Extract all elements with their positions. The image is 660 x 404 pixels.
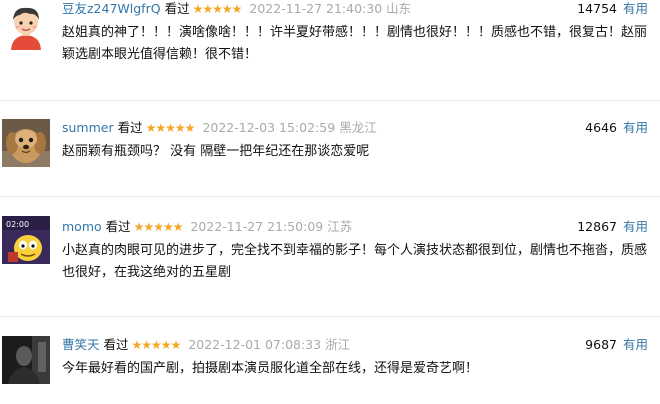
comment-meta: momo 看过 ★★★★★ 2022-11-27 21:50:09 江苏 <box>62 218 352 236</box>
comment-item: 曹笑天 看过 ★★★★★ 2022-12-01 07:08:33 浙江 9687 有用 今… <box>0 336 660 396</box>
puppy-photo-avatar-icon <box>2 119 50 167</box>
username-link[interactable]: 曹笑天 <box>62 337 100 352</box>
vote-area: 12867 有用 <box>577 218 648 236</box>
divider <box>0 196 660 197</box>
useful-button[interactable]: 有用 <box>623 1 648 16</box>
useful-button[interactable]: 有用 <box>623 219 648 234</box>
comment-time: 2022-12-03 15:02:59 <box>202 120 336 135</box>
cartoon-boy-avatar-icon <box>2 2 50 50</box>
username-link[interactable]: 豆友z247WlgfrQ <box>62 1 161 16</box>
avatar-clock-text: 02:00 <box>6 220 29 229</box>
comment-text: 赵姐真的神了！！！演啥像啥！！！许半夏好带感！！！剧情也很好！！！质感也不错，很… <box>62 25 648 62</box>
comment-location: 浙江 <box>325 337 351 352</box>
comment-item: 02:00 momo 看过 ★★★★★ 2022-11-27 21:50:09 江苏 1… <box>0 216 660 288</box>
watch-status: 看过 <box>105 219 131 234</box>
vote-area: 9687 有用 <box>585 336 648 354</box>
divider <box>0 100 660 101</box>
divider <box>0 316 660 317</box>
username-link[interactable]: momo <box>62 219 102 234</box>
star-rating: ★★★★★ <box>145 121 196 135</box>
puppy-photo-avatar[interactable] <box>2 119 50 167</box>
vote-count: 9687 <box>585 337 617 352</box>
star-rating: ★★★★★ <box>133 220 184 234</box>
star-rating: ★★★★★ <box>192 2 243 16</box>
vote-area: 4646 有用 <box>585 119 648 137</box>
dark-portrait-avatar[interactable] <box>2 336 50 384</box>
useful-button[interactable]: 有用 <box>623 120 648 135</box>
comment-time: 2022-12-01 07:08:33 <box>188 337 322 352</box>
useful-button[interactable]: 有用 <box>623 337 648 352</box>
comment-meta: 豆友z247WlgfrQ 看过 ★★★★★ 2022-11-27 21:40:30 山东 <box>62 0 411 18</box>
cartoon-boy-avatar[interactable] <box>2 2 50 50</box>
comment-time: 2022-11-27 21:40:30 <box>249 1 383 16</box>
cartoon-tv-avatar[interactable]: 02:00 <box>2 216 50 264</box>
comment-meta: summer 看过 ★★★★★ 2022-12-03 15:02:59 黑龙江 <box>62 119 377 137</box>
comment-item: 豆友z247WlgfrQ 看过 ★★★★★ 2022-11-27 21:40:30 山东… <box>0 0 660 92</box>
vote-count: 14754 <box>577 1 617 16</box>
watch-status: 看过 <box>164 1 190 16</box>
watch-status: 看过 <box>103 337 129 352</box>
vote-count: 4646 <box>585 120 617 135</box>
comment-location: 山东 <box>386 1 412 16</box>
dark-portrait-avatar-icon <box>2 336 50 384</box>
username-link[interactable]: summer <box>62 120 114 135</box>
comment-item: summer 看过 ★★★★★ 2022-12-03 15:02:59 黑龙江 4646… <box>0 119 660 189</box>
comment-meta: 曹笑天 看过 ★★★★★ 2022-12-01 07:08:33 浙江 <box>62 336 350 354</box>
comment-location: 江苏 <box>327 219 353 234</box>
star-rating: ★★★★★ <box>131 338 182 352</box>
comment-location: 黑龙江 <box>339 120 377 135</box>
comment-time: 2022-11-27 21:50:09 <box>190 219 324 234</box>
vote-count: 12867 <box>577 219 617 234</box>
comment-text: 小赵真的肉眼可见的进步了，完全找不到幸福的影子！每个人演技状态都很到位，剧情也不… <box>62 243 648 280</box>
cartoon-tv-avatar-icon: 02:00 <box>2 216 50 264</box>
watch-status: 看过 <box>117 120 143 135</box>
comment-text: 今年最好看的国产剧，拍摄剧本演员服化道全部在线，还得是爱奇艺啊！ <box>62 361 479 376</box>
comment-text: 赵丽颖有瓶颈吗？ 没有 隔壁一把年纪还在那谈恋爱呢 <box>62 144 370 159</box>
vote-area: 14754 有用 <box>577 0 648 18</box>
